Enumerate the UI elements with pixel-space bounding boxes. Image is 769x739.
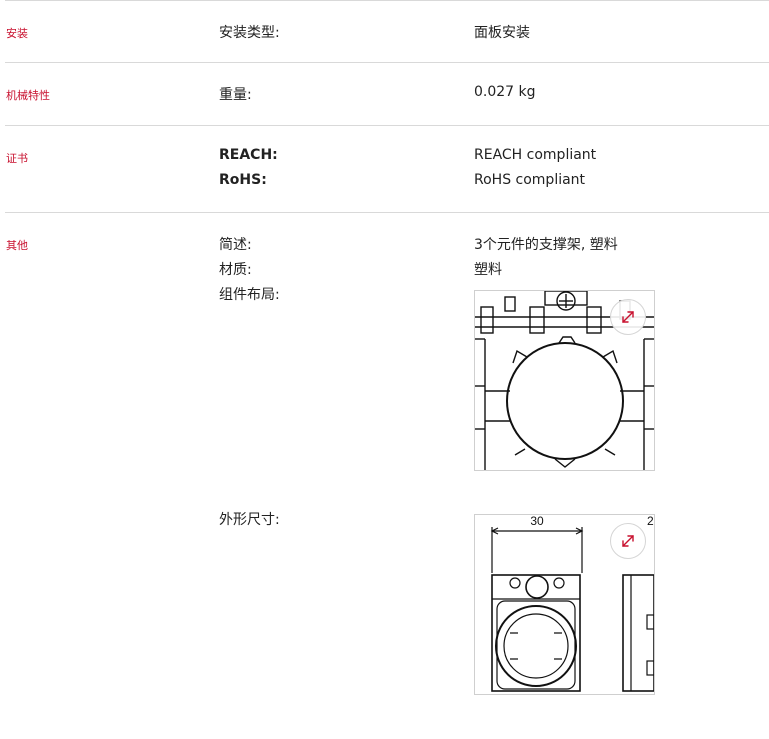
dimension-drawing-image[interactable]: 30 2 bbox=[474, 514, 655, 695]
spec-value: 面板安装 bbox=[474, 25, 530, 41]
zoom-button[interactable] bbox=[610, 299, 646, 335]
spec-value: 塑料 bbox=[474, 262, 502, 278]
spec-label: 重量: bbox=[219, 87, 252, 103]
spec-label: 材质: bbox=[219, 262, 252, 278]
spec-value: 0.027 kg bbox=[474, 84, 536, 100]
expand-arrows-icon bbox=[622, 311, 634, 323]
dimension-width-label: 30 bbox=[530, 515, 544, 528]
spec-label: RoHS: bbox=[219, 172, 267, 188]
spec-label: 简述: bbox=[219, 237, 252, 253]
dimension-side-label: 2 bbox=[647, 515, 654, 528]
spec-row-mechanical: 机械特性 重量: 0.027 kg bbox=[5, 62, 769, 126]
component-layout-image[interactable] bbox=[474, 290, 655, 471]
spec-value: RoHS compliant bbox=[474, 172, 586, 188]
expand-arrows-icon bbox=[622, 535, 634, 547]
spec-row-certificates: 证书 REACH: REACH compliant RoHS: RoHS com… bbox=[5, 125, 769, 213]
category-label: 安装 bbox=[6, 27, 28, 40]
category-label: 机械特性 bbox=[6, 89, 50, 102]
spec-label: 组件布局: bbox=[219, 287, 280, 303]
spec-value: 3个元件的支撑架, 塑料 bbox=[474, 237, 618, 253]
spec-label: 外形尺寸: bbox=[219, 512, 280, 528]
spec-value: REACH compliant bbox=[474, 147, 597, 163]
spec-label: REACH: bbox=[219, 147, 278, 163]
category-label: 其他 bbox=[6, 239, 28, 252]
zoom-button[interactable] bbox=[610, 523, 646, 559]
spec-label: 安装类型: bbox=[219, 25, 280, 41]
spec-row-mounting: 安装 安装类型: 面板安装 bbox=[5, 0, 769, 63]
spec-row-other: 其他 简述: 3个元件的支撑架, 塑料 材质: 塑料 组件布局: 外形尺寸: 3… bbox=[5, 212, 769, 733]
category-label: 证书 bbox=[6, 152, 28, 165]
